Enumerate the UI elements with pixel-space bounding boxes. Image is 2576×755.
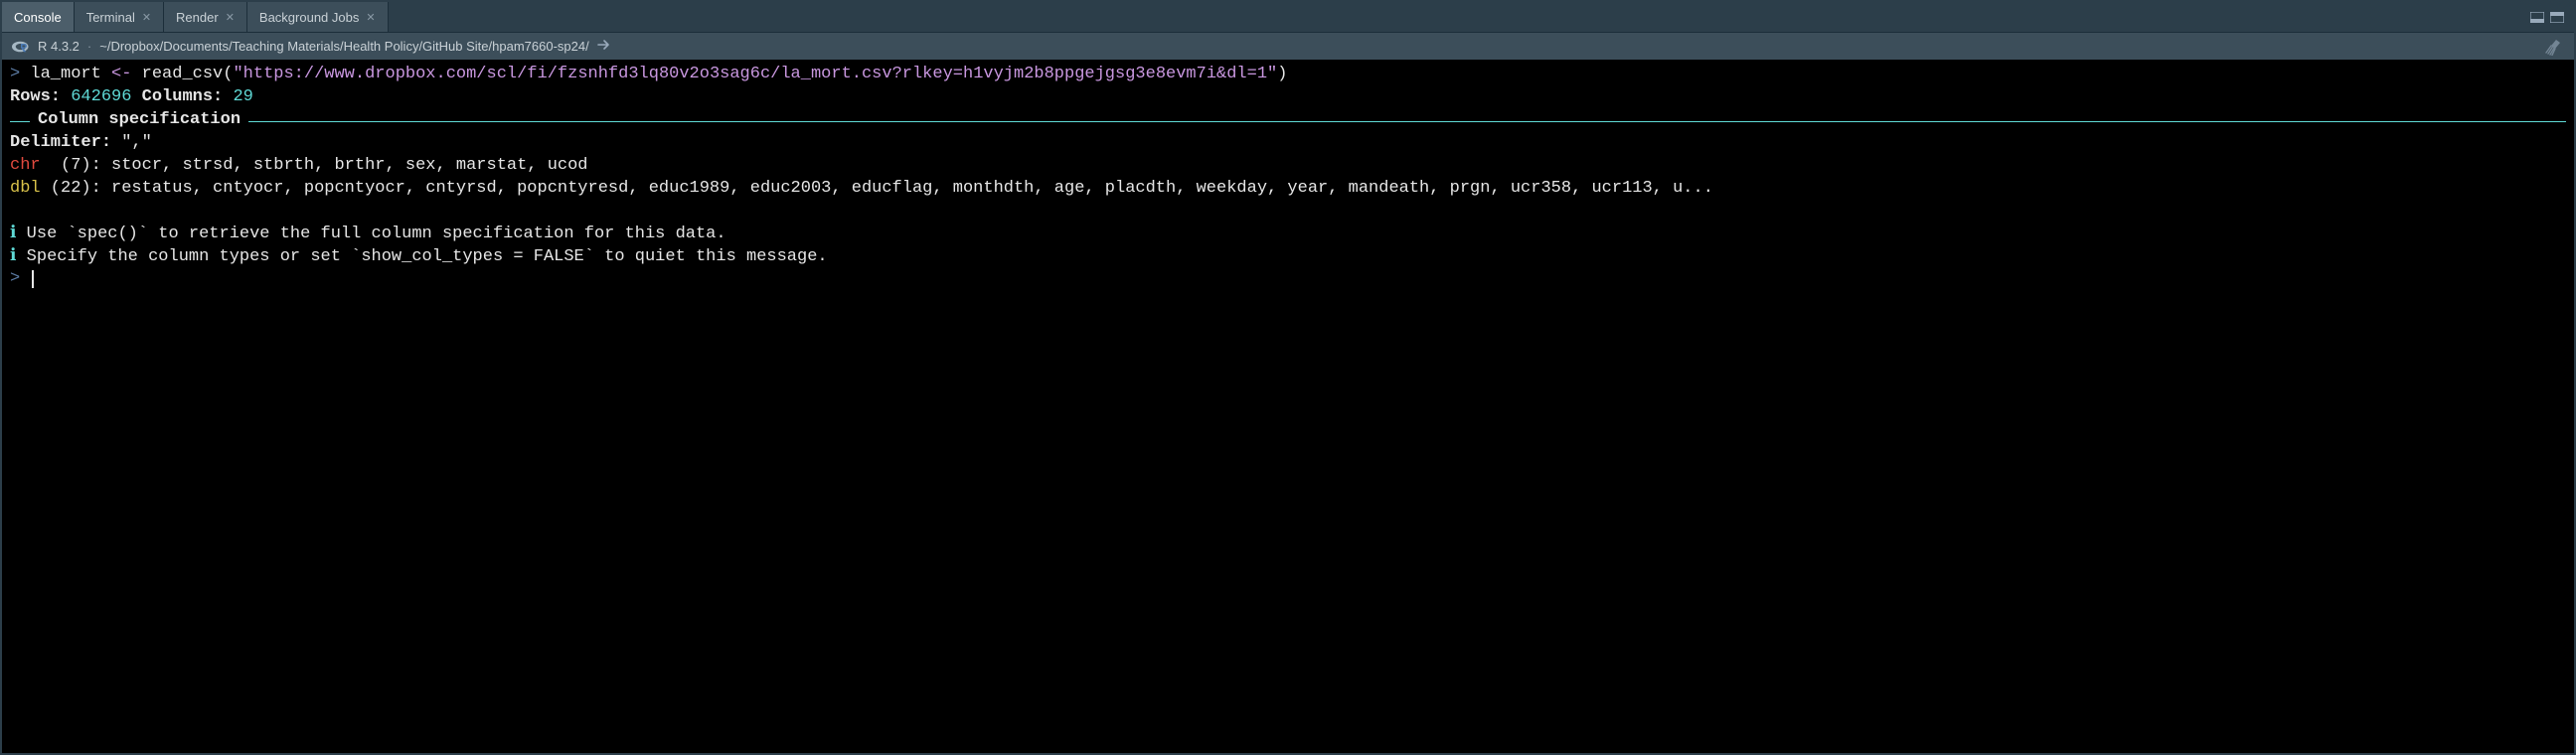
- chr-columns: stocr, strsd, stbrth, brthr, sex, marsta…: [111, 156, 587, 175]
- window-controls: [2530, 2, 2574, 32]
- tip-text: Use `spec()` to retrieve the full column…: [16, 225, 725, 243]
- separator: ·: [87, 39, 91, 54]
- chr-count: (7):: [41, 156, 111, 175]
- close-icon[interactable]: ✕: [366, 11, 375, 24]
- tip-text: Specify the column types or set `show_co…: [16, 247, 827, 266]
- rows-value: 642696: [71, 87, 131, 106]
- dbl-count: (22):: [41, 179, 111, 198]
- tab-bar: Console Terminal ✕ Render ✕ Background J…: [2, 2, 2574, 32]
- console-line: chr (7): stocr, strsd, stbrth, brthr, se…: [10, 155, 2566, 178]
- code-string: "https://www.dropbox.com/scl/fi/fzsnhfd3…: [233, 65, 1277, 83]
- delimiter-value: ",": [121, 133, 152, 152]
- rows-label: Rows:: [10, 87, 71, 106]
- delimiter-label: Delimiter:: [10, 133, 121, 152]
- console-line: ℹ Specify the column types or set `show_…: [10, 246, 2566, 269]
- r-version-label: R 4.3.2: [38, 39, 80, 54]
- prompt: >: [10, 269, 20, 288]
- close-icon[interactable]: ✕: [226, 11, 235, 24]
- code-assign: <-: [111, 65, 131, 83]
- console-line: Rows: 642696 Columns: 29: [10, 86, 2566, 109]
- prompt: >: [10, 65, 20, 83]
- colspec-label: Column specification: [38, 109, 241, 132]
- code-func: read_csv(: [131, 65, 233, 83]
- console-line: ℹ Use `spec()` to retrieve the full colu…: [10, 224, 2566, 246]
- tab-console[interactable]: Console: [2, 2, 75, 32]
- console-line: Delimiter: ",": [10, 132, 2566, 155]
- tab-render[interactable]: Render ✕: [164, 2, 247, 32]
- console-output[interactable]: > la_mort <- read_csv("https://www.dropb…: [2, 60, 2574, 753]
- console-line: dbl (22): restatus, cntyocr, popcntyocr,…: [10, 178, 2566, 201]
- type-chr-label: chr: [10, 156, 41, 175]
- tab-label: Terminal: [86, 10, 135, 25]
- type-dbl-label: dbl: [10, 179, 41, 198]
- dbl-columns: restatus, cntyocr, popcntyocr, cntyrsd, …: [111, 179, 1713, 198]
- tab-terminal[interactable]: Terminal ✕: [75, 2, 164, 32]
- console-info-bar: R 4.3.2 · ~/Dropbox/Documents/Teaching M…: [2, 32, 2574, 60]
- path-arrow-icon[interactable]: [597, 39, 611, 54]
- cols-value: 29: [233, 87, 252, 106]
- console-line: [10, 201, 2566, 224]
- code-var: la_mort: [30, 65, 111, 83]
- r-logo-icon: [12, 40, 30, 54]
- console-line[interactable]: >: [10, 268, 2566, 291]
- close-icon[interactable]: ✕: [142, 11, 151, 24]
- tab-label: Console: [14, 10, 62, 25]
- column-spec-header: Column specification: [10, 109, 2566, 132]
- console-line: > la_mort <- read_csv("https://www.dropb…: [10, 64, 2566, 86]
- tab-label: Background Jobs: [259, 10, 359, 25]
- tab-background-jobs[interactable]: Background Jobs ✕: [247, 2, 389, 32]
- text-cursor: [32, 270, 34, 288]
- maximize-pane-icon[interactable]: [2550, 12, 2564, 23]
- minimize-pane-icon[interactable]: [2530, 12, 2544, 23]
- code-close: ): [1277, 65, 1287, 83]
- working-directory-path[interactable]: ~/Dropbox/Documents/Teaching Materials/H…: [99, 39, 588, 54]
- clear-console-icon[interactable]: [2542, 38, 2564, 56]
- tab-label: Render: [176, 10, 219, 25]
- cols-label: Columns:: [131, 87, 233, 106]
